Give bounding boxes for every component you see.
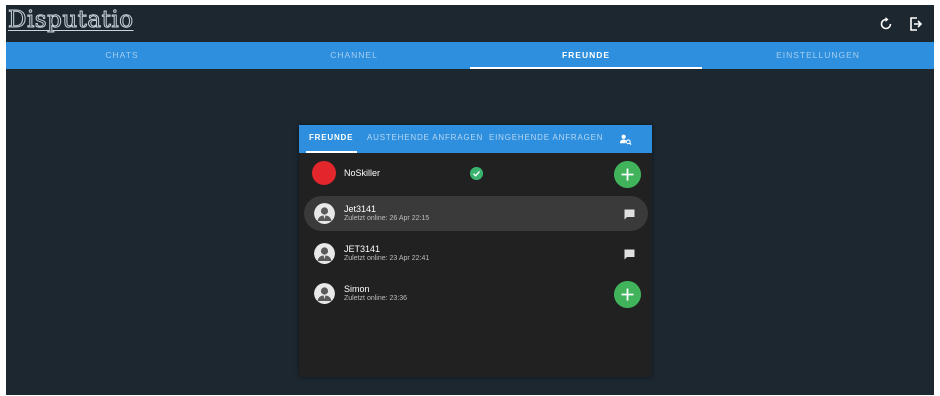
friend-row-jet3141-2[interactable]: JET3141 Zuletzt online: 23 Apr 22:41 xyxy=(304,236,648,271)
nav-tab-freunde[interactable]: FREUNDE xyxy=(470,42,702,69)
app-window: Disputatio CHATS CHANNEL FREUNDE EINSTEL… xyxy=(6,5,934,395)
refresh-icon[interactable] xyxy=(878,16,894,32)
last-online: Zuletzt online: 23 Apr 22:41 xyxy=(344,255,430,262)
check-icon xyxy=(470,167,483,180)
user-avatar-icon xyxy=(314,203,335,224)
person-search-icon[interactable] xyxy=(619,133,632,146)
friend-name: NoSkiller xyxy=(344,168,381,178)
tab-eingehende-anfragen[interactable]: EINGEHENDE ANFRAGEN xyxy=(489,125,603,153)
add-friend-button[interactable] xyxy=(614,161,641,188)
friend-name: Simon xyxy=(344,284,370,294)
tab-austehende-anfragen[interactable]: AUSTEHENDE ANFRAGEN xyxy=(367,125,483,153)
add-friend-button[interactable] xyxy=(614,281,641,308)
app-logo: Disputatio xyxy=(8,7,134,34)
top-bar: Disputatio xyxy=(6,5,934,42)
chat-icon[interactable] xyxy=(624,209,635,220)
tab-freunde[interactable]: FREUNDE xyxy=(305,125,358,153)
nav-tab-channel[interactable]: CHANNEL xyxy=(238,42,470,69)
nav-tab-einstellungen[interactable]: EINSTELLUNGEN xyxy=(702,42,934,69)
friends-tabs: FREUNDE AUSTEHENDE ANFRAGEN EINGEHENDE A… xyxy=(299,125,652,153)
friends-panel: FREUNDE AUSTEHENDE ANFRAGEN EINGEHENDE A… xyxy=(299,125,652,377)
last-online: Zuletzt online: 23:36 xyxy=(344,295,408,302)
friend-row-noskiller[interactable]: NoSkiller xyxy=(304,156,648,191)
friend-name: JET3141 xyxy=(344,244,381,254)
user-avatar-icon xyxy=(314,283,335,304)
last-online: Zuletzt online: 26 Apr 22:15 xyxy=(344,215,430,222)
avatar xyxy=(312,161,336,185)
friend-name: Jet3141 xyxy=(344,204,377,214)
nav-tab-chats[interactable]: CHATS xyxy=(6,42,238,69)
main-nav: CHATS CHANNEL FREUNDE EINSTELLUNGEN xyxy=(6,42,934,69)
friend-row-jet3141[interactable]: Jet3141 Zuletzt online: 26 Apr 22:15 xyxy=(304,196,648,231)
logout-icon[interactable] xyxy=(908,16,924,32)
chat-icon[interactable] xyxy=(624,249,635,260)
user-avatar-icon xyxy=(314,243,335,264)
friend-row-simon[interactable]: Simon Zuletzt online: 23:36 xyxy=(304,276,648,311)
